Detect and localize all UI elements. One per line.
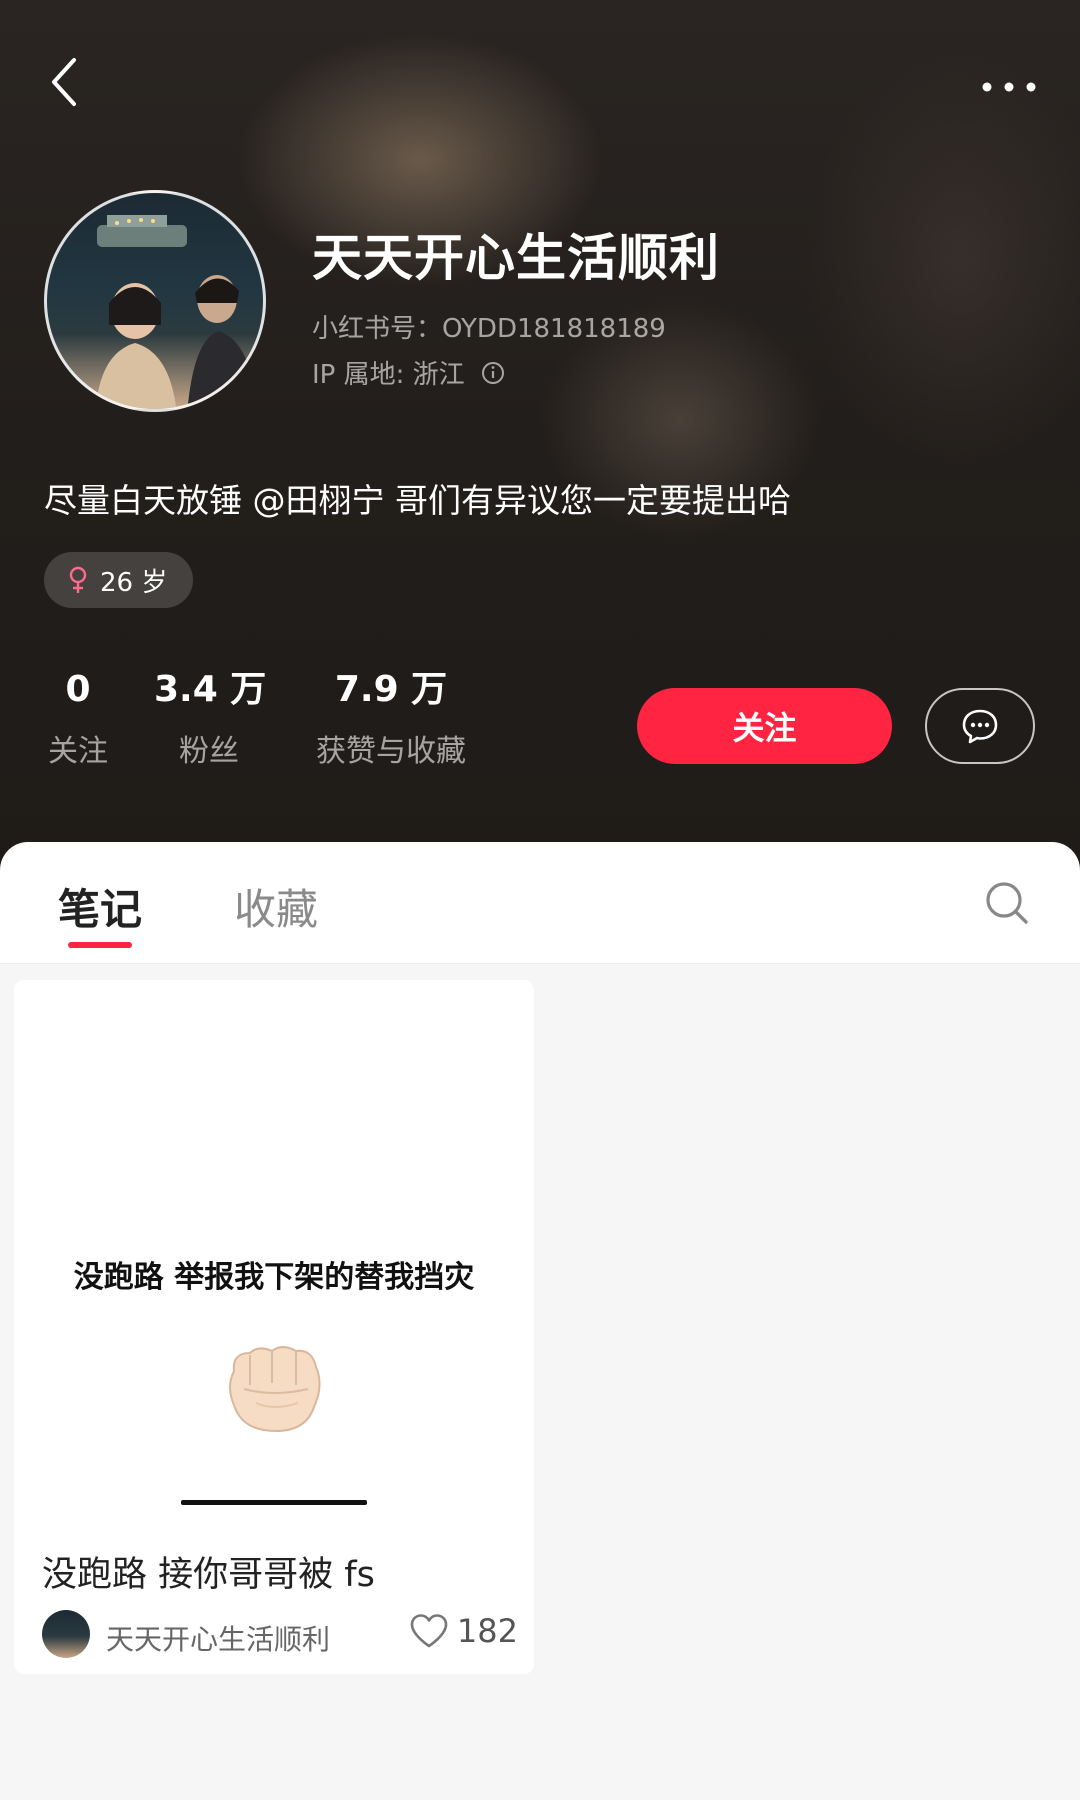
info-icon[interactable] — [481, 361, 505, 385]
note-author[interactable]: 天天开心生活顺利 — [106, 1618, 330, 1658]
age-label: 26 岁 — [100, 567, 168, 598]
more-options-button[interactable] — [974, 70, 1044, 104]
content-tab-bar: 笔记 收藏 — [0, 842, 1080, 964]
stat-following[interactable]: 0 关注 — [44, 668, 112, 770]
more-icon — [982, 82, 1036, 92]
note-card[interactable]: 没跑路 举报我下架的替我挡灾 没跑路 接你哥哥被 fs 天天开心生活顺利 182 — [14, 980, 534, 1674]
gender-age-badge: 26 岁 — [44, 552, 194, 608]
tab-notes[interactable]: 笔记 — [58, 876, 142, 937]
avatar[interactable] — [44, 190, 266, 412]
likes-count: 7.9 万 — [334, 669, 448, 710]
likes-label: 获赞与收藏 — [316, 734, 466, 769]
heart-icon — [410, 1614, 448, 1648]
fist-icon — [229, 1346, 321, 1433]
back-button[interactable] — [44, 52, 88, 112]
following-label: 关注 — [48, 734, 108, 769]
note-footer: 天天开心生活顺利 182 — [42, 1610, 518, 1660]
fans-count: 3.4 万 — [154, 669, 267, 710]
message-button[interactable] — [925, 688, 1035, 764]
stat-fans[interactable]: 3.4 万 粉丝 — [154, 668, 267, 770]
cover-divider — [181, 1500, 367, 1505]
back-icon — [52, 58, 76, 106]
ip-location-row: IP 属地: 浙江 — [312, 354, 505, 391]
profile-name: 天天开心生活顺利 — [312, 230, 720, 286]
profile-header: 天天开心生活顺利 小红书号：OYDD181818189 IP 属地: 浙江 尽量… — [0, 0, 1080, 880]
search-button[interactable] — [982, 878, 1032, 928]
note-cover-text: 没跑路 举报我下架的替我挡灾 — [73, 1260, 475, 1295]
follow-button[interactable]: 关注 — [637, 688, 892, 764]
female-icon — [69, 566, 87, 593]
note-cover[interactable]: 没跑路 举报我下架的替我挡灾 — [14, 980, 534, 1525]
ip-location: IP 属地: 浙江 — [312, 360, 465, 390]
stat-likes-collects[interactable]: 7.9 万 获赞与收藏 — [306, 668, 476, 770]
fans-label: 粉丝 — [179, 734, 239, 769]
like-button[interactable]: 182 — [409, 1612, 518, 1650]
author-avatar[interactable] — [42, 1610, 90, 1658]
active-tab-indicator — [68, 942, 132, 948]
note-title: 没跑路 接你哥哥被 fs — [42, 1555, 375, 1595]
profile-bio: 尽量白天放锤 @田栩宁 哥们有异议您一定要提出哈 — [44, 481, 791, 520]
notes-feed: 没跑路 举报我下架的替我挡灾 没跑路 接你哥哥被 fs 天天开心生活顺利 182 — [0, 964, 1080, 1800]
message-icon — [962, 709, 998, 744]
search-icon — [986, 882, 1028, 924]
tab-collections[interactable]: 收藏 — [234, 876, 318, 937]
following-count: 0 — [65, 669, 91, 710]
profile-id: 小红书号：OYDD181818189 — [312, 314, 666, 344]
likes-count-label: 182 — [456, 1612, 518, 1650]
